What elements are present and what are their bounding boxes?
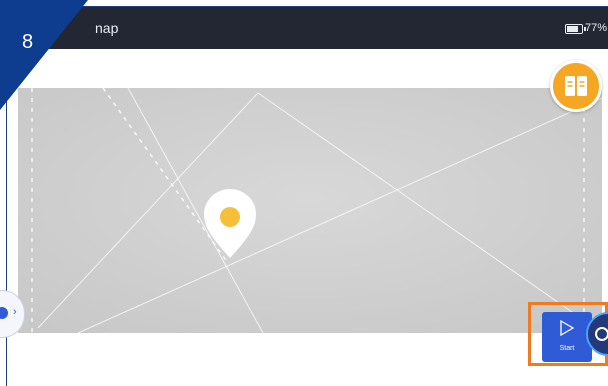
step-number-badge: 8: [0, 0, 88, 110]
map-view[interactable]: [18, 88, 602, 333]
map-lines: [18, 88, 602, 333]
step-number: 8: [22, 31, 33, 53]
battery-percentage: 77%: [584, 22, 607, 34]
battery-icon: [565, 24, 586, 34]
side-dot-icon: [0, 307, 8, 319]
location-icon[interactable]: [586, 312, 608, 356]
book-icon[interactable]: [550, 60, 602, 112]
chevron-right-icon: ›: [13, 306, 17, 318]
start-button[interactable]: Start: [542, 312, 592, 362]
start-label: Start: [559, 345, 575, 352]
play-icon: [560, 320, 574, 336]
